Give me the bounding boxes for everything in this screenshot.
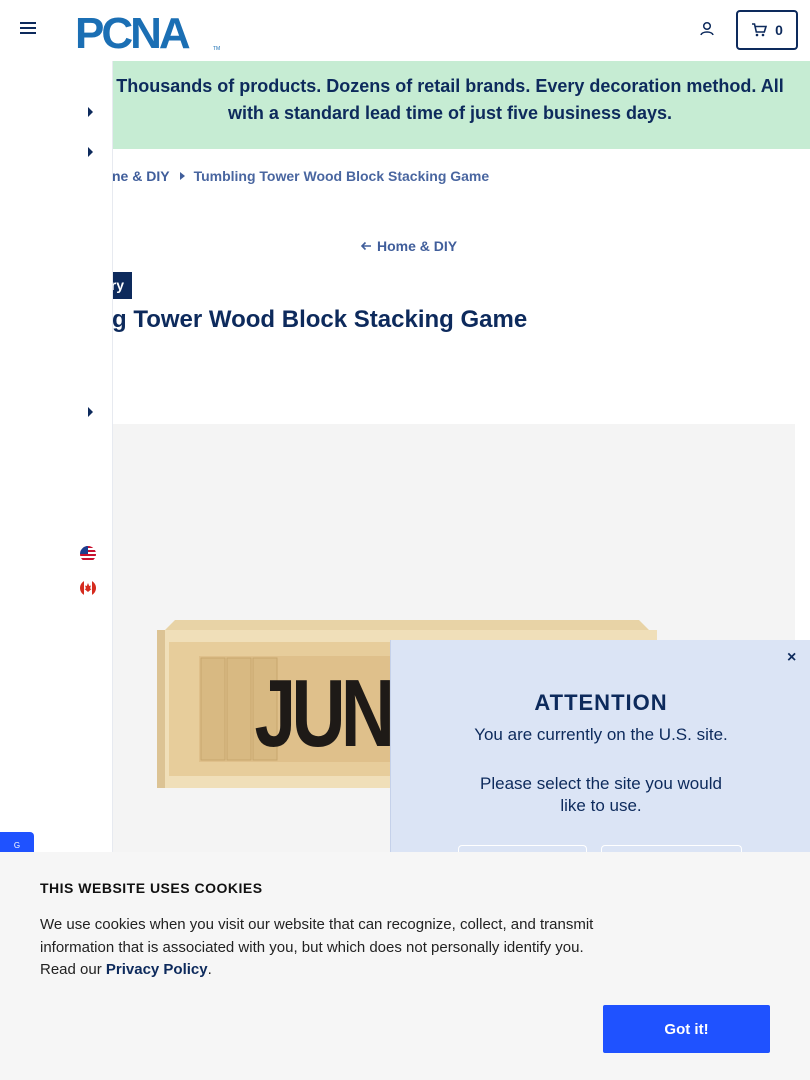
chevron-right-icon[interactable] (88, 107, 93, 117)
category-badge-label: ry (112, 277, 124, 293)
cookie-period: . (207, 961, 212, 978)
close-icon[interactable]: × (787, 649, 796, 667)
breadcrumb: ne & DIY Tumbling Tower Wood Block Stack… (112, 166, 489, 186)
breadcrumb-parent-link[interactable]: ne & DIY (112, 168, 170, 184)
site-header: PCNA TM 0 (0, 0, 810, 61)
cart-count: 0 (775, 22, 783, 38)
menu-icon[interactable] (20, 22, 36, 38)
logo-tm: TM (213, 46, 220, 52)
pcna-logo[interactable]: PCNA TM (75, 8, 225, 58)
breadcrumb-current: Tumbling Tower Wood Block Stacking Game (193, 168, 490, 184)
cookie-consent-bar: THIS WEBSITE USES COOKIES We use cookies… (0, 852, 810, 1080)
got-it-button[interactable]: Got it! (603, 1005, 770, 1053)
chevron-right-icon[interactable] (88, 407, 93, 417)
category-badge: ry (112, 272, 132, 299)
cart-button[interactable]: 0 (736, 10, 798, 50)
canada-flag-icon[interactable] (80, 580, 96, 596)
site-selection-popup: × ATTENTION You are currently on the U.S… (390, 640, 810, 855)
cookie-title: THIS WEBSITE USES COOKIES (40, 880, 263, 896)
chevron-right-icon[interactable] (88, 147, 93, 157)
privacy-policy-link[interactable]: Privacy Policy (106, 961, 208, 978)
popup-select-text-line2: like to use. (560, 796, 642, 815)
back-link-label: Home & DIY (377, 238, 458, 254)
popup-title: ATTENTION (534, 690, 668, 715)
back-link[interactable]: Home & DIY (360, 238, 457, 254)
popup-current-site-text: You are currently on the U.S. site. (474, 725, 728, 744)
promo-line-1: Thousands of products. Dozens of retail … (116, 76, 784, 96)
breadcrumb-separator-icon (179, 172, 185, 180)
arrow-left-icon (360, 241, 371, 251)
cart-icon (752, 23, 768, 37)
user-icon[interactable] (699, 21, 715, 42)
promo-line-2: with a standard lead time of just five b… (227, 103, 673, 123)
popup-select-text-line1: Please select the site you would (480, 774, 722, 793)
product-title: g Tower Wood Block Stacking Game (112, 306, 528, 333)
promo-banner: Thousands of products. Dozens of retail … (0, 61, 810, 149)
logo-text: PCNA (75, 9, 190, 52)
promo-banner-text: Thousands of products. Dozens of retail … (100, 73, 800, 127)
cookie-description: We use cookies when you visit our websit… (40, 914, 600, 982)
us-flag-icon[interactable] (80, 546, 96, 562)
